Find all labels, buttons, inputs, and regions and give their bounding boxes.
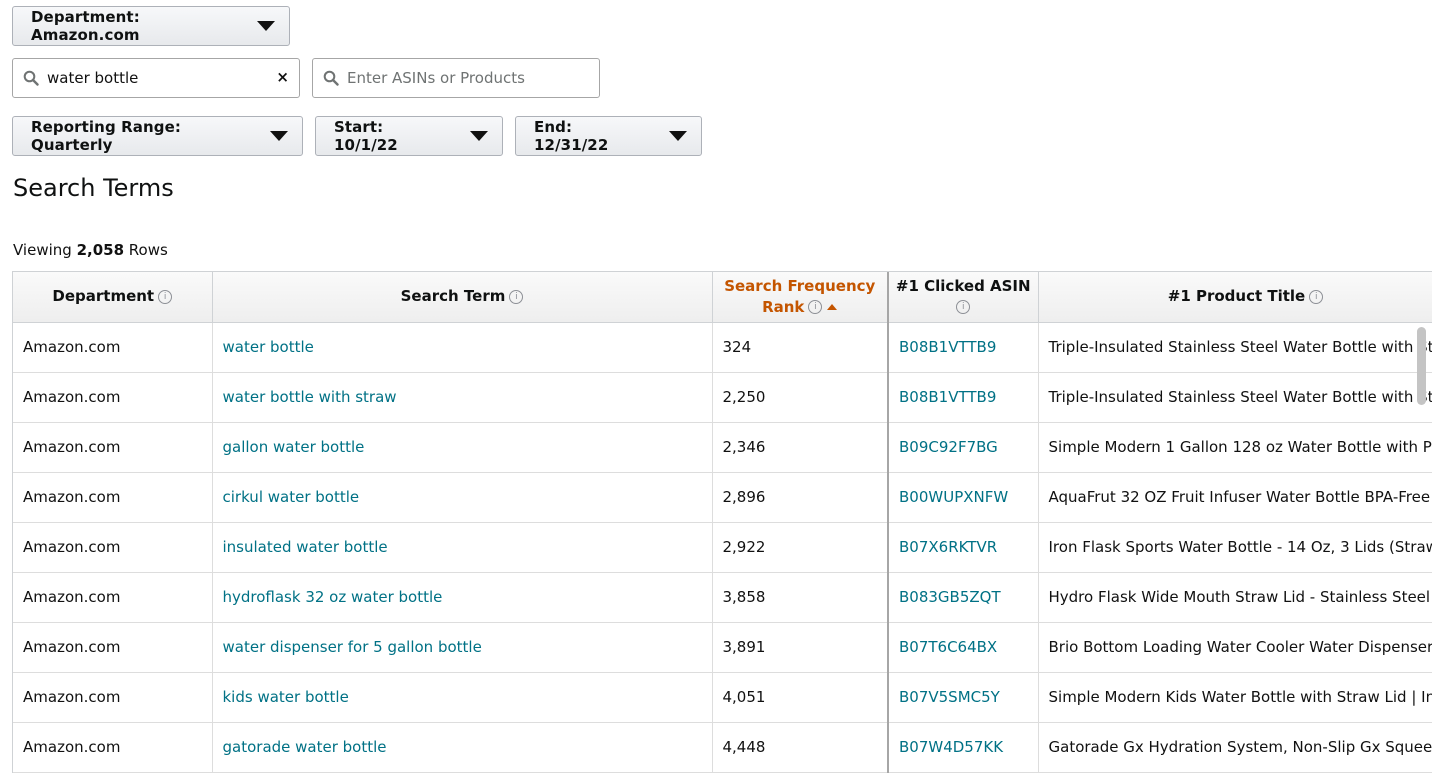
- cell-asin-link[interactable]: B08B1VTTB9: [887, 322, 1039, 373]
- reporting-range-dropdown[interactable]: Reporting Range: Quarterly: [12, 116, 303, 156]
- row-count: 2,058: [76, 241, 125, 259]
- cell-rank: 2,922: [712, 522, 889, 573]
- header-search-frequency-rank[interactable]: Search Frequency Rank i: [712, 272, 889, 323]
- cell-rank: 4,448: [712, 722, 889, 773]
- table-row: Amazon.com gallon water bottle 2,346 B09…: [13, 422, 1432, 473]
- sort-ascending-icon[interactable]: [827, 304, 838, 311]
- header-search-term[interactable]: Search Term i: [212, 272, 713, 323]
- cell-asin-link[interactable]: B08B1VTTB9: [887, 372, 1039, 423]
- cell-asin-link[interactable]: B07V5SMC5Y: [887, 672, 1039, 723]
- cell-search-term-link[interactable]: gatorade water bottle: [212, 722, 713, 773]
- info-icon[interactable]: i: [808, 300, 823, 315]
- header-sfr-label-line2: Rank: [762, 297, 805, 316]
- cell-search-term-link[interactable]: water bottle: [212, 322, 713, 373]
- end-date-dropdown[interactable]: End: 12/31/22: [515, 116, 702, 156]
- table-header-row: Department i Search Term i Search Frequenc…: [13, 272, 1432, 323]
- cell-asin-link[interactable]: B083GB5ZQT: [887, 572, 1039, 623]
- cell-asin-link[interactable]: B07T6C64BX: [887, 622, 1039, 673]
- table-row: Amazon.com water bottle with straw 2,250…: [13, 372, 1432, 423]
- cell-department: Amazon.com: [13, 472, 213, 523]
- cell-rank: 3,858: [712, 572, 889, 623]
- header-asin-label: #1 Clicked ASIN: [895, 276, 1031, 295]
- info-icon[interactable]: i: [1309, 289, 1324, 304]
- table-row: Amazon.com gatorade water bottle 4,448 B…: [13, 722, 1432, 773]
- cell-product-title: Triple-Insulated Stainless Steel Water B…: [1038, 372, 1432, 423]
- cell-search-term-link[interactable]: insulated water bottle: [212, 522, 713, 573]
- search-terms-table: Department i Search Term i Search Frequenc…: [12, 271, 1432, 773]
- search-icon: [323, 70, 339, 86]
- start-date-label: Start: 10/1/22: [334, 118, 398, 154]
- header-clicked-asin[interactable]: #1 Clicked ASIN i: [887, 272, 1039, 323]
- header-product-title-label: #1 Product Title: [1167, 287, 1306, 306]
- table-row: Amazon.com water bottle 324 B08B1VTTB9 T…: [13, 322, 1432, 373]
- table-row: Amazon.com water dispenser for 5 gallon …: [13, 622, 1432, 673]
- clear-icon[interactable]: ×: [276, 68, 289, 86]
- table-row: Amazon.com kids water bottle 4,051 B07V5…: [13, 672, 1432, 723]
- department-dropdown-label: Department: Amazon.com: [31, 8, 140, 44]
- table-row: Amazon.com hydroflask 32 oz water bottle…: [13, 572, 1432, 623]
- table-row: Amazon.com cirkul water bottle 2,896 B00…: [13, 472, 1432, 523]
- viewing-prefix: Viewing: [13, 241, 77, 259]
- end-date-label: End: 12/31/22: [534, 118, 609, 154]
- cell-product-title: Hydro Flask Wide Mouth Straw Lid - Stain…: [1038, 572, 1432, 623]
- info-icon[interactable]: i: [158, 289, 173, 304]
- info-icon[interactable]: i: [956, 300, 971, 315]
- cell-search-term-link[interactable]: kids water bottle: [212, 672, 713, 723]
- header-department[interactable]: Department i: [13, 272, 213, 323]
- cell-search-term-link[interactable]: cirkul water bottle: [212, 472, 713, 523]
- cell-search-term-link[interactable]: gallon water bottle: [212, 422, 713, 473]
- horizontal-scrollbar-thumb[interactable]: [1417, 327, 1426, 405]
- cell-asin-link[interactable]: B00WUPXNFW: [887, 472, 1039, 523]
- caret-down-icon: [270, 131, 288, 141]
- page-title: Search Terms: [13, 174, 174, 202]
- cell-department: Amazon.com: [13, 722, 213, 773]
- cell-department: Amazon.com: [13, 622, 213, 673]
- caret-down-icon: [669, 131, 687, 141]
- header-search-term-label: Search Term: [400, 287, 506, 306]
- cell-department: Amazon.com: [13, 322, 213, 373]
- cell-search-term-link[interactable]: hydroflask 32 oz water bottle: [212, 572, 713, 623]
- cell-department: Amazon.com: [13, 372, 213, 423]
- start-date-dropdown[interactable]: Start: 10/1/22: [315, 116, 503, 156]
- header-sfr-label-line1: Search Frequency: [724, 276, 876, 295]
- search-icon: [23, 70, 39, 86]
- cell-product-title: Gatorade Gx Hydration System, Non-Slip G…: [1038, 722, 1432, 773]
- cell-rank: 2,896: [712, 472, 889, 523]
- header-department-label: Department: [52, 287, 155, 306]
- cell-department: Amazon.com: [13, 522, 213, 573]
- cell-department: Amazon.com: [13, 422, 213, 473]
- cell-search-term-link[interactable]: water dispenser for 5 gallon bottle: [212, 622, 713, 673]
- cell-asin-link[interactable]: B09C92F7BG: [887, 422, 1039, 473]
- cell-rank: 4,051: [712, 672, 889, 723]
- caret-down-icon: [470, 131, 488, 141]
- reporting-range-label: Reporting Range: Quarterly: [31, 118, 181, 154]
- cell-rank: 324: [712, 322, 889, 373]
- search-term-input[interactable]: water bottle ×: [12, 58, 300, 98]
- cell-product-title: Iron Flask Sports Water Bottle - 14 Oz, …: [1038, 522, 1432, 573]
- cell-rank: 2,346: [712, 422, 889, 473]
- search-term-value: water bottle: [47, 69, 139, 87]
- cell-product-title: Simple Modern Kids Water Bottle with Str…: [1038, 672, 1432, 723]
- department-dropdown[interactable]: Department: Amazon.com: [12, 6, 290, 46]
- cell-rank: 2,250: [712, 372, 889, 423]
- cell-search-term-link[interactable]: water bottle with straw: [212, 372, 713, 423]
- cell-department: Amazon.com: [13, 572, 213, 623]
- table-row: Amazon.com insulated water bottle 2,922 …: [13, 522, 1432, 573]
- cell-rank: 3,891: [712, 622, 889, 673]
- cell-product-title: AquaFrut 32 OZ Fruit Infuser Water Bottl…: [1038, 472, 1432, 523]
- header-product-title[interactable]: #1 Product Title i: [1038, 272, 1432, 323]
- cell-department: Amazon.com: [13, 672, 213, 723]
- cell-product-title: Triple-Insulated Stainless Steel Water B…: [1038, 322, 1432, 373]
- cell-asin-link[interactable]: B07W4D57KK: [887, 722, 1039, 773]
- cell-product-title: Brio Bottom Loading Water Cooler Water D…: [1038, 622, 1432, 673]
- cell-product-title: Simple Modern 1 Gallon 128 oz Water Bott…: [1038, 422, 1432, 473]
- asin-input-placeholder: Enter ASINs or Products: [347, 69, 525, 87]
- asin-input[interactable]: Enter ASINs or Products: [312, 58, 600, 98]
- viewing-suffix: Rows: [124, 241, 168, 259]
- cell-asin-link[interactable]: B07X6RKTVR: [887, 522, 1039, 573]
- caret-down-icon: [257, 21, 275, 31]
- row-count-text: Viewing 2,058 Rows: [13, 241, 168, 259]
- info-icon[interactable]: i: [509, 289, 524, 304]
